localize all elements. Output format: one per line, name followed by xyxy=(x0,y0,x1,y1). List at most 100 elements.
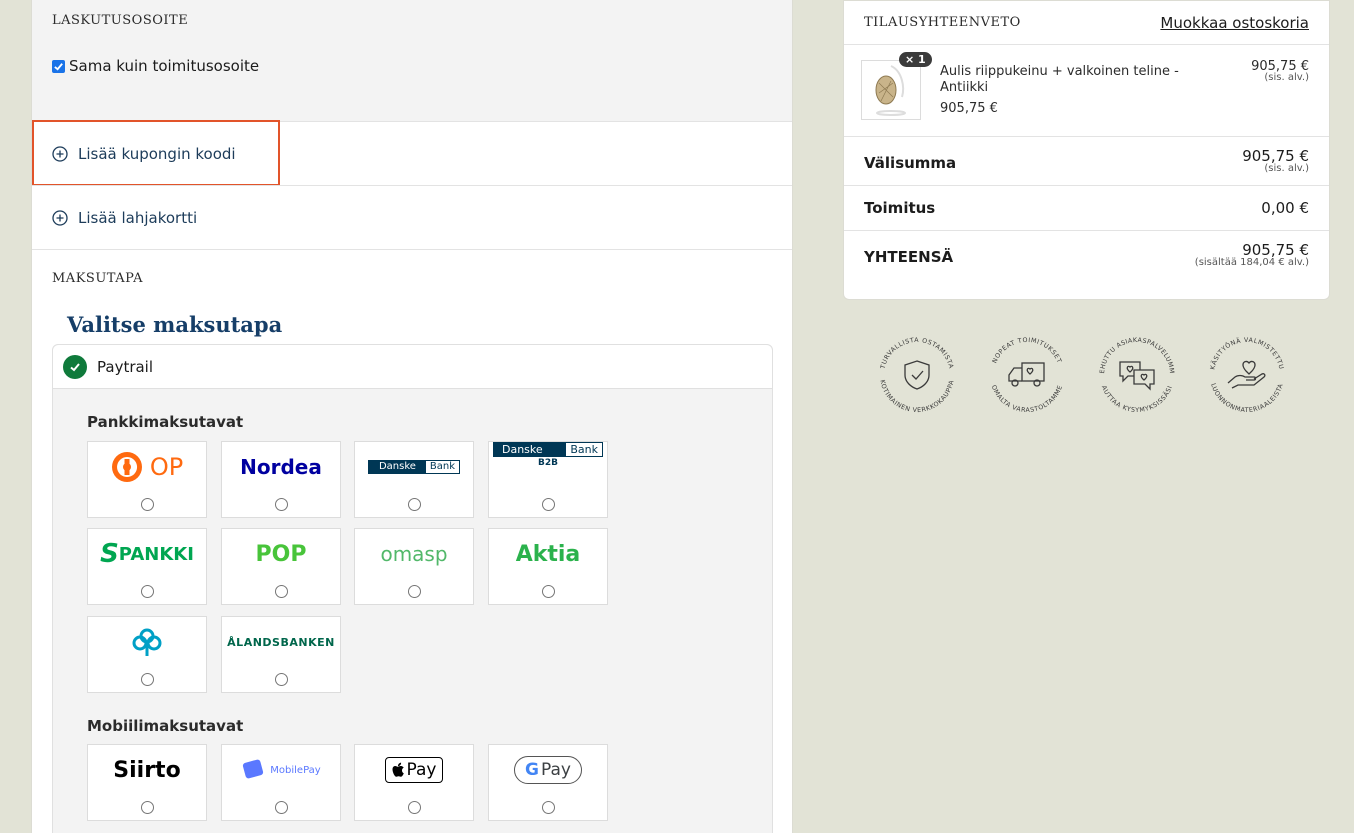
add-giftcard-button[interactable]: Lisää lahjakortti xyxy=(32,185,792,249)
truck-icon xyxy=(1008,362,1045,387)
pop-logo: POP xyxy=(255,541,307,567)
svg-text:KOTIMAINEN VERKKOKAUPPA: KOTIMAINEN VERKKOKAUPPA xyxy=(878,379,955,414)
bank-methods-title: Pankkimaksutavat xyxy=(87,413,244,431)
bank-radio[interactable] xyxy=(141,498,154,511)
product-name: Aulis riippukeinu + valkoinen teline - A… xyxy=(940,64,1179,95)
payment-heading: Valitse maksutapa xyxy=(67,312,283,337)
total-value: 905,75 € (sisältää 184,04 € alv.) xyxy=(1194,241,1309,268)
payment-title: MAKSUTAPA xyxy=(52,271,144,286)
quantity-badge: × 1 xyxy=(899,52,932,67)
same-as-shipping-checkbox[interactable]: Sama kuin toimitusosoite xyxy=(52,57,259,75)
danske-logo: Danske Bank xyxy=(355,442,473,492)
payment-section: MAKSUTAPA Valitse maksutapa Paytrail Pan… xyxy=(32,249,792,833)
shipping-label: Toimitus xyxy=(864,199,936,217)
subtotal-row: Välisumma 905,75 € (sis. alv.) xyxy=(844,137,1329,186)
mobile-radio[interactable] xyxy=(542,801,555,814)
bank-tile-aktia[interactable]: Aktia xyxy=(488,528,608,605)
svg-text:KÄSITYÖNÄ VALMISTETTU: KÄSITYÖNÄ VALMISTETTU xyxy=(1209,336,1285,371)
same-as-shipping-label: Sama kuin toimitusosoite xyxy=(69,57,260,75)
svg-text:LUONNONMATERIAALEISTA: LUONNONMATERIAALEISTA xyxy=(1209,382,1285,414)
svg-text:OMALTA VARASTOLTAMME: OMALTA VARASTOLTAMME xyxy=(990,384,1065,414)
order-summary: TILAUSYHTEENVETO Muokkaa ostoskoria × 1 … xyxy=(843,0,1330,300)
bank-tile-danske[interactable]: Danske Bank xyxy=(354,441,474,518)
google-g-icon: G xyxy=(525,760,539,780)
alandsbanken-logo: ÅLANDSBANKEN xyxy=(227,635,335,649)
mobile-radio[interactable] xyxy=(141,801,154,814)
paytrail-option[interactable]: Paytrail xyxy=(53,345,772,389)
badge-handmade: KÄSITYÖNÄ VALMISTETTU LUONNONMATERIAALEI… xyxy=(1209,336,1285,414)
svg-text:KEHUTTU ASIAKASPALVELUMME: KEHUTTU ASIAKASPALVELUMME xyxy=(1092,330,1175,374)
check-circle-icon xyxy=(63,354,87,379)
billing-title: LASKUTUSOSOITE xyxy=(52,13,189,28)
spankki-logo: S PANKKI xyxy=(100,539,194,569)
hand-heart-icon xyxy=(1227,360,1266,389)
mobile-tile-mobilepay[interactable]: MobilePay xyxy=(221,744,341,821)
danske-b2b-logo: Danske Bank B2B xyxy=(489,442,607,492)
summary-title: TILAUSYHTEENVETO xyxy=(864,15,1021,30)
bank-radio[interactable] xyxy=(141,673,154,686)
googlepay-logo: G Pay xyxy=(489,745,607,795)
shipping-row: Toimitus 0,00 € xyxy=(844,186,1329,231)
total-row: YHTEENSÄ 905,75 € (sisältää 184,04 € alv… xyxy=(844,231,1329,268)
badge-fast-delivery: NOPEAT TOIMITUKSET OMALTA VARASTOLTAMME xyxy=(990,337,1065,414)
mobilepay-logo: MobilePay xyxy=(222,745,340,795)
mobile-radio[interactable] xyxy=(408,801,421,814)
paytrail-label: Paytrail xyxy=(97,357,154,376)
mobile-tile-applepay[interactable]: Pay xyxy=(354,744,474,821)
add-giftcard-label: Lisää lahjakortti xyxy=(78,208,198,227)
bank-radio[interactable] xyxy=(275,498,288,511)
add-coupon-label: Lisää kupongin koodi xyxy=(78,144,236,163)
svg-text:TURVALLISTA OSTAMISTA: TURVALLISTA OSTAMISTA xyxy=(879,337,954,371)
plus-circle-icon xyxy=(52,145,68,162)
applepay-logo: Pay xyxy=(355,745,473,795)
bank-tile-spankki[interactable]: S PANKKI xyxy=(87,528,207,605)
total-label: YHTEENSÄ xyxy=(864,248,954,266)
bank-radio[interactable] xyxy=(408,585,421,598)
svg-text:NOPEAT TOIMITUKSET: NOPEAT TOIMITUKSET xyxy=(991,337,1062,365)
omasp-logo: omasp xyxy=(380,542,448,566)
bank-tile-pop[interactable]: POP xyxy=(221,528,341,605)
bank-radio[interactable] xyxy=(275,673,288,686)
badge-secure-shopping: TURVALLISTA OSTAMISTA KOTIMAINEN VERKKOK… xyxy=(878,337,955,414)
bank-radio[interactable] xyxy=(542,585,555,598)
svg-text:AUTTAA KYSYMYKSISSÄSI: AUTTAA KYSYMYKSISSÄSI xyxy=(1100,385,1174,414)
siirto-logo: Siirto xyxy=(113,757,181,783)
product-unit-price: 905,75 € xyxy=(940,101,998,116)
checkbox-checked-icon[interactable] xyxy=(52,59,65,73)
paytrail-panel: Paytrail Pankkimaksutavat OP Nordea Dans… xyxy=(52,344,773,833)
saastopankki-logo xyxy=(88,617,206,667)
mobile-methods-title: Mobiilimaksutavat xyxy=(87,717,244,735)
subtotal-label: Välisumma xyxy=(864,154,957,172)
bank-tile-omasp[interactable]: omasp xyxy=(354,528,474,605)
summary-header: TILAUSYHTEENVETO Muokkaa ostoskoria xyxy=(844,1,1329,45)
badge-customer-service: KEHUTTU ASIAKASPALVELUMME AUTTAA KYSYMYK… xyxy=(1092,330,1175,414)
subtotal-value: 905,75 € (sis. alv.) xyxy=(1242,147,1309,174)
hanging-chair-icon xyxy=(875,65,906,116)
shipping-value: 0,00 € xyxy=(1261,199,1309,217)
bank-tile-op[interactable]: OP xyxy=(87,441,207,518)
bank-radio[interactable] xyxy=(141,585,154,598)
plus-circle-icon xyxy=(52,209,68,226)
mobile-tile-googlepay[interactable]: G Pay xyxy=(488,744,608,821)
bank-tile-alandsbanken[interactable]: ÅLANDSBANKEN xyxy=(221,616,341,693)
add-coupon-button[interactable]: Lisää kupongin koodi xyxy=(32,121,792,185)
edit-cart-link[interactable]: Muokkaa ostoskoria xyxy=(1160,14,1309,32)
bank-radio[interactable] xyxy=(275,585,288,598)
product-thumbnail xyxy=(861,60,921,120)
checkout-form: LASKUTUSOSOITE Sama kuin toimitusosoite … xyxy=(31,0,793,833)
shield-check-icon xyxy=(904,360,930,390)
bank-radio[interactable] xyxy=(542,498,555,511)
mobile-radio[interactable] xyxy=(275,801,288,814)
bank-tile-saastopankki[interactable] xyxy=(87,616,207,693)
chat-heart-icon xyxy=(1119,361,1155,391)
product-line-total: 905,75 € (sis. alv.) xyxy=(1251,59,1309,83)
mobile-tile-siirto[interactable]: Siirto xyxy=(87,744,207,821)
billing-section: LASKUTUSOSOITE Sama kuin toimitusosoite xyxy=(32,0,792,121)
bank-tile-nordea[interactable]: Nordea xyxy=(221,441,341,518)
bank-radio[interactable] xyxy=(408,498,421,511)
bank-tile-danske-b2b[interactable]: Danske Bank B2B xyxy=(488,441,608,518)
trust-badges: TURVALLISTA OSTAMISTA KOTIMAINEN VERKKOK… xyxy=(872,330,1312,420)
apple-icon xyxy=(392,762,404,777)
nordea-logo: Nordea xyxy=(240,455,322,479)
aktia-logo: Aktia xyxy=(515,541,581,567)
